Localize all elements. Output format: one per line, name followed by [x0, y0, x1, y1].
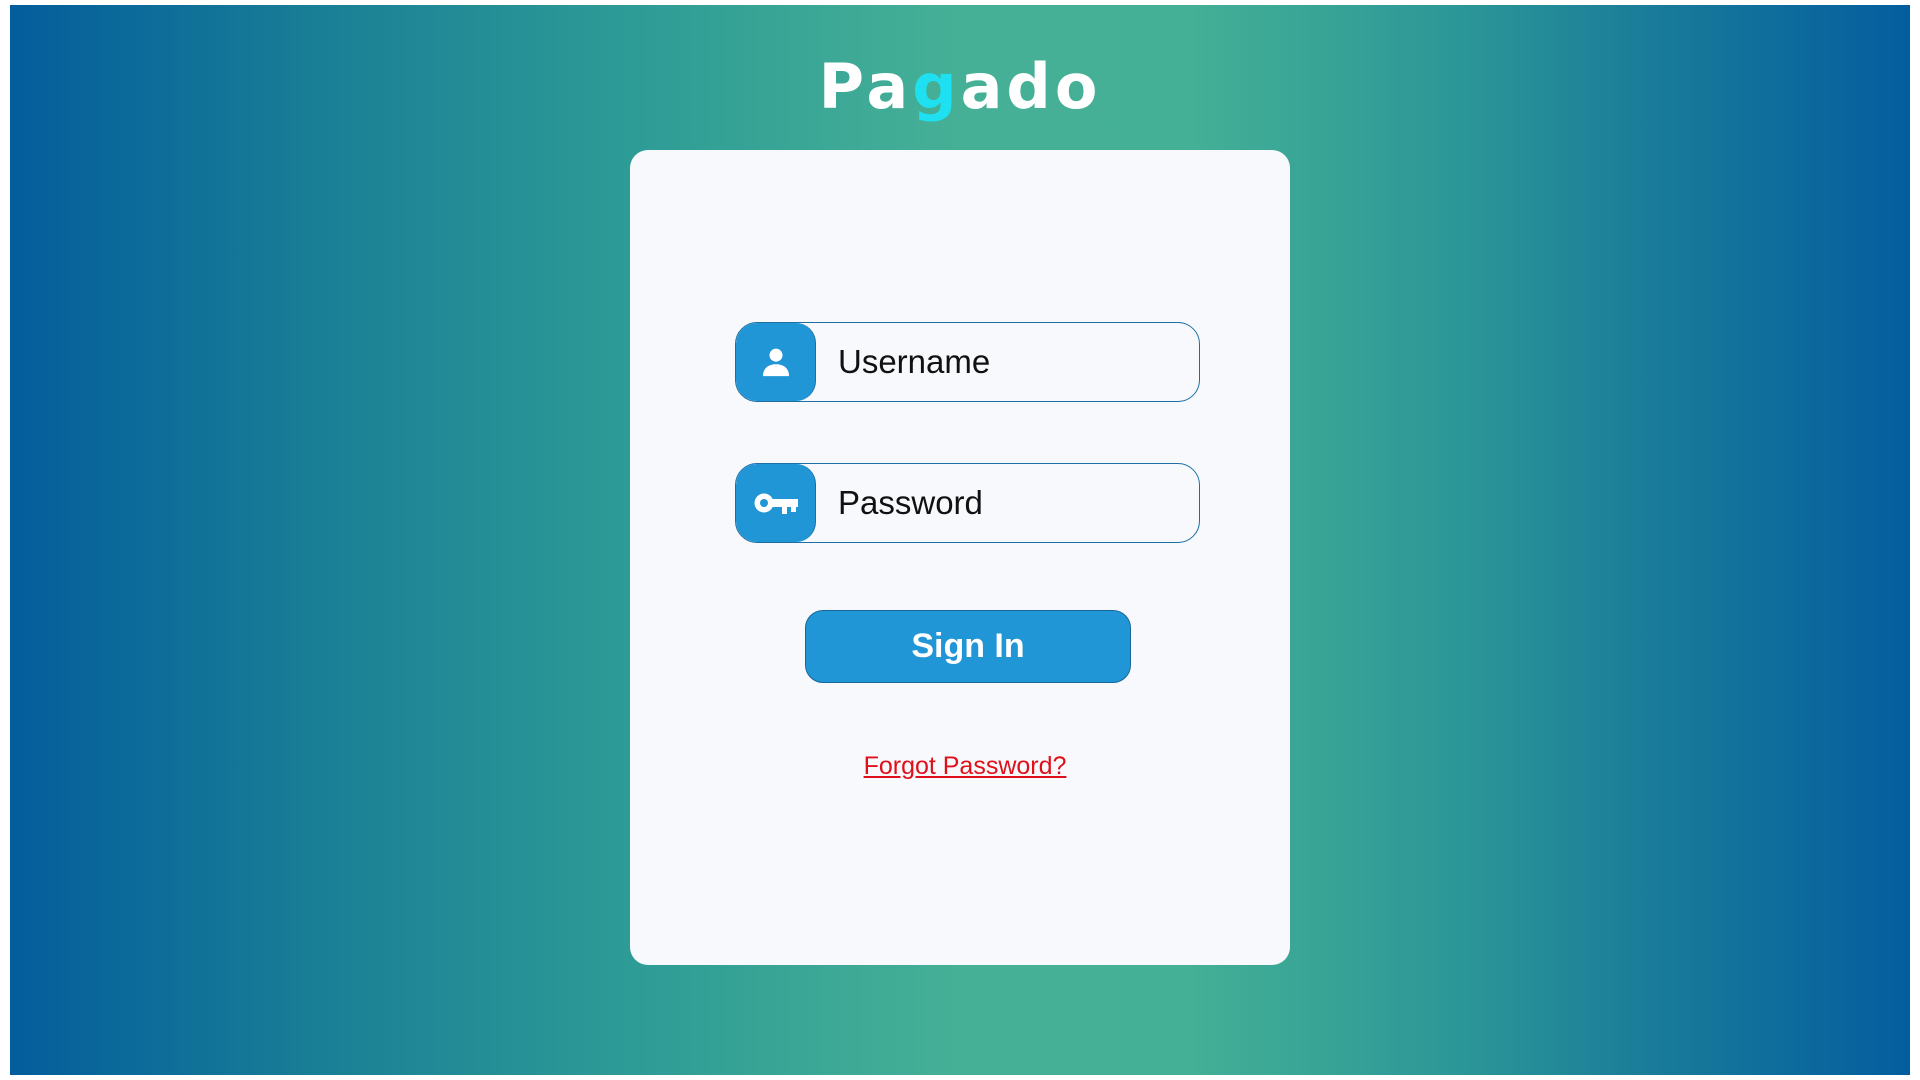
username-field[interactable] — [735, 322, 1200, 402]
logo-text-start: Pa — [818, 50, 913, 123]
password-input[interactable] — [838, 464, 1178, 542]
logo-text-accent: g — [912, 50, 961, 123]
app-logo: Pagado — [10, 51, 1910, 123]
user-icon — [736, 323, 816, 401]
username-input[interactable] — [838, 323, 1178, 401]
password-field[interactable] — [735, 463, 1200, 543]
login-background: Pagado Sign In — [10, 5, 1910, 1075]
key-icon — [736, 464, 816, 542]
forgot-password-link[interactable]: Forgot Password? — [630, 752, 1300, 781]
sign-in-button[interactable]: Sign In — [805, 610, 1131, 683]
login-card: Sign In Forgot Password? — [630, 150, 1290, 965]
logo-text-end: ado — [960, 50, 1102, 123]
